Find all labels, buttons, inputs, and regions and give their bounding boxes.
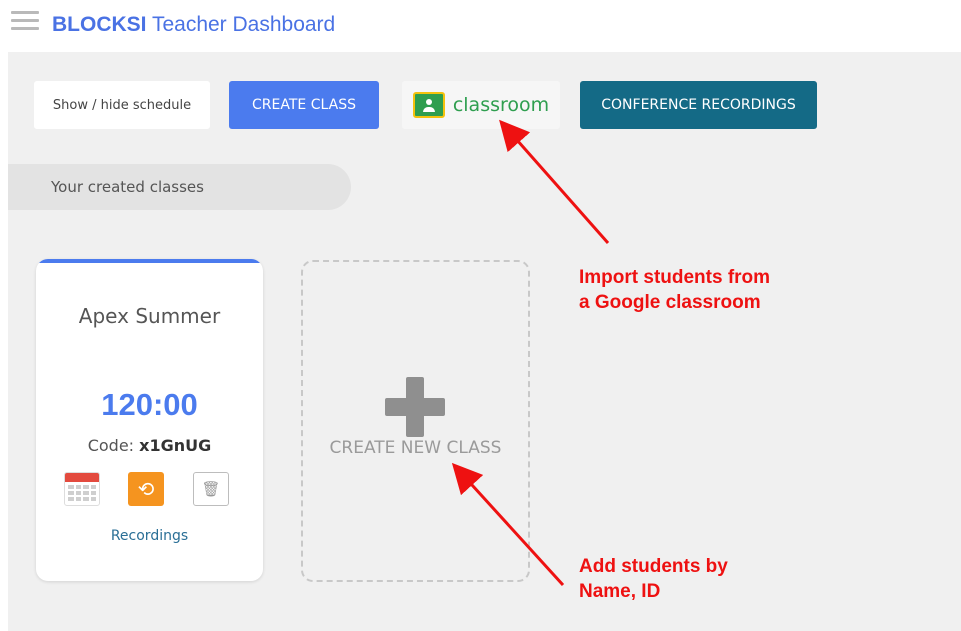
create-class-button[interactable]: CREATE CLASS xyxy=(229,81,379,129)
class-code-prefix: Code: xyxy=(87,436,140,455)
created-classes-tab[interactable]: Your created classes xyxy=(8,164,351,210)
create-new-class-card[interactable]: CREATE NEW CLASS xyxy=(301,260,530,582)
brand-name: BLOCKSI xyxy=(52,13,147,36)
trash-icon[interactable]: 🗑 xyxy=(193,472,229,506)
dashboard-title: Teacher Dashboard xyxy=(146,13,336,36)
app-title: BLOCKSI Teacher Dashboard xyxy=(52,13,335,37)
create-new-class-label: CREATE NEW CLASS xyxy=(329,438,502,458)
annotation-line: a Google classroom xyxy=(579,292,761,313)
google-classroom-icon xyxy=(412,92,445,118)
show-hide-schedule-button[interactable]: Show / hide schedule xyxy=(34,81,210,129)
card-actions: ⟲ 🗑 xyxy=(64,472,236,512)
annotation-add-students: Add students by Name, ID xyxy=(579,554,728,604)
card-accent-line xyxy=(36,259,263,263)
annotation-import-students: Import students from a Google classroom xyxy=(579,265,770,315)
class-name: Apex Summer xyxy=(78,304,221,328)
annotation-line: Add students by xyxy=(579,556,728,577)
reset-icon[interactable]: ⟲ xyxy=(128,472,164,506)
google-classroom-label: classroom xyxy=(452,94,550,116)
class-timer: 120:00 xyxy=(101,387,198,422)
annotation-line: Name, ID xyxy=(579,581,661,602)
class-code: Code: x1GnUG xyxy=(36,436,263,455)
calendar-icon[interactable] xyxy=(64,472,100,506)
annotation-line: Import students from xyxy=(579,267,771,288)
class-code-value: x1GnUG xyxy=(139,436,212,455)
top-bar: BLOCKSI Teacher Dashboard xyxy=(0,0,961,50)
recordings-link[interactable]: Recordings xyxy=(36,528,263,544)
hamburger-icon[interactable] xyxy=(11,11,39,33)
google-classroom-button[interactable]: classroom xyxy=(402,81,560,129)
dashboard-content: Show / hide schedule CREATE CLASS classr… xyxy=(8,52,961,631)
conference-recordings-button[interactable]: CONFERENCE RECORDINGS xyxy=(580,81,817,129)
class-card[interactable]: Apex Summer 120:00 Code: x1GnUG ⟲ 🗑 Reco… xyxy=(36,259,263,581)
created-classes-label: Your created classes xyxy=(51,178,204,196)
